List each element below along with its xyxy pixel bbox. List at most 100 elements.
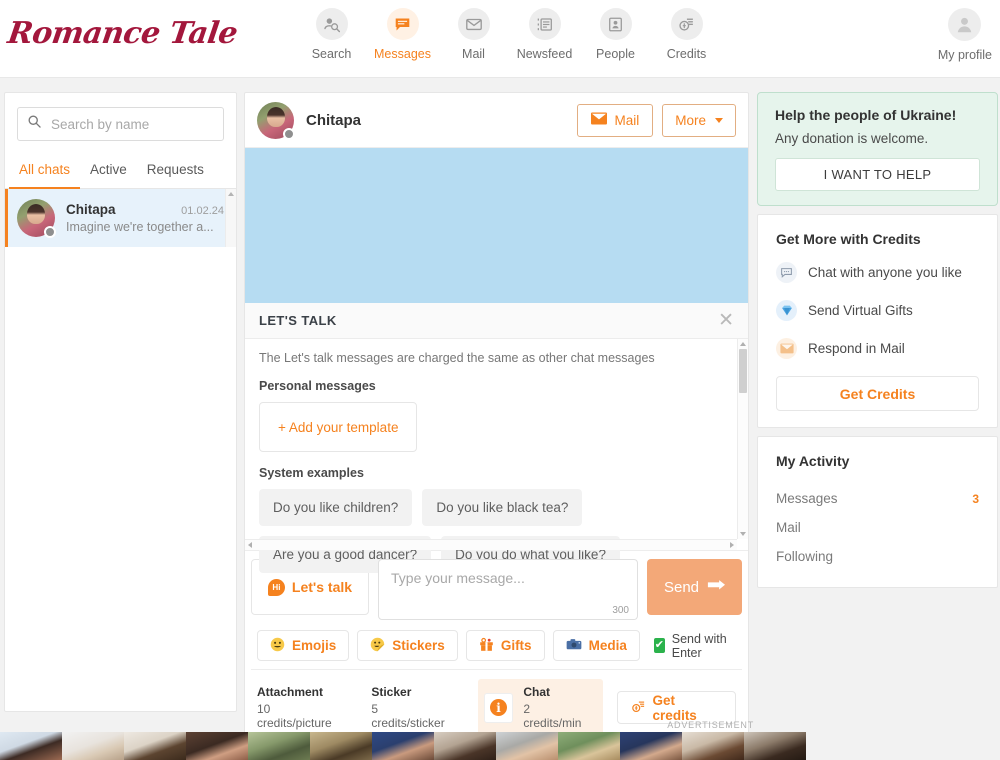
perk-mail[interactable]: Respond in Mail — [776, 338, 979, 359]
lets-talk-vertical-scrollbar[interactable] — [737, 339, 748, 539]
attachment-price: Attachment 10 credits/picture — [257, 685, 371, 730]
scrollbar-thumb[interactable] — [739, 349, 747, 393]
my-profile-button[interactable]: My profile — [938, 8, 992, 62]
ad-thumbnail[interactable] — [496, 732, 558, 760]
chat-name: Chitapa — [66, 202, 116, 217]
activity-label: Messages — [776, 491, 838, 506]
smiley-icon — [270, 637, 285, 655]
nav-item-credits[interactable]: Credits — [651, 8, 722, 61]
sticker-value: 5 credits/sticker — [371, 702, 445, 730]
search-input[interactable] — [51, 116, 214, 132]
personal-messages-heading: Personal messages — [259, 379, 376, 393]
nav-item-people[interactable]: People — [580, 8, 651, 61]
chevron-left-icon[interactable] — [248, 542, 252, 548]
ad-thumbnail[interactable] — [620, 732, 682, 760]
example-chip[interactable]: Do you like children? — [259, 489, 413, 526]
advertisement-label: ADVERTISEMENT — [667, 720, 754, 730]
perk-gifts[interactable]: Send Virtual Gifts — [776, 300, 979, 321]
ad-thumbnail[interactable] — [124, 732, 186, 760]
sidebar-scrollbar[interactable] — [225, 189, 236, 247]
activity-row-mail[interactable]: Mail — [776, 513, 979, 542]
chat-price-title: Chat — [523, 685, 551, 699]
search-box[interactable] — [17, 107, 224, 141]
example-chip[interactable]: Do you like black tea? — [422, 489, 583, 526]
ad-thumbnail[interactable] — [186, 732, 248, 760]
i-want-to-help-button[interactable]: I WANT TO HELP — [775, 158, 980, 191]
ukraine-title: Help the people of Ukraine! — [775, 107, 957, 123]
more-button-label: More — [675, 112, 706, 128]
nav-item-newsfeed[interactable]: Newsfeed — [509, 8, 580, 61]
user-search-icon — [315, 8, 348, 40]
checkbox-checked-icon[interactable]: ✔ — [653, 638, 665, 653]
send-with-enter-toggle[interactable]: ✔ Send with Enter — [653, 631, 736, 660]
message-input[interactable] — [379, 560, 637, 614]
tab-requests[interactable]: Requests — [137, 155, 214, 189]
top-navigation-bar: Romance Tale Search Messages Mail Newsfe… — [0, 0, 1000, 78]
ad-thumbnail[interactable] — [372, 732, 434, 760]
chat-pane: Chitapa Mail More LET'S TALK ✕ The Let's… — [244, 92, 749, 746]
more-dropdown-button[interactable]: More — [662, 103, 736, 137]
ad-thumbnail[interactable] — [310, 732, 372, 760]
page-content: All chats Active Requests Chitapa 01.02.… — [0, 78, 1000, 760]
camera-icon — [566, 638, 582, 654]
activity-row-messages[interactable]: Messages 3 — [776, 484, 979, 513]
chat-header: Chitapa Mail More — [245, 93, 748, 148]
chevron-right-icon[interactable] — [730, 542, 734, 548]
media-button[interactable]: Media — [552, 630, 640, 661]
site-logo[interactable]: Romance Tale — [6, 16, 240, 51]
ad-thumbnail[interactable] — [248, 732, 310, 760]
credits-icon — [631, 699, 646, 717]
tab-all-chats[interactable]: All chats — [9, 155, 81, 189]
lets-talk-horizontal-scrollbar[interactable] — [245, 539, 737, 550]
perk-chat[interactable]: Chat with anyone you like — [776, 262, 979, 283]
envelope-icon — [776, 338, 797, 359]
sticker-icon — [370, 637, 385, 655]
info-icon[interactable]: i — [483, 692, 514, 723]
chat-preview: Imagine we're together a... — [66, 220, 214, 234]
send-with-enter-label: Send with Enter — [671, 631, 727, 660]
list-item[interactable]: Chitapa 01.02.24 Imagine we're together … — [5, 189, 236, 247]
nav-label: People — [596, 47, 635, 61]
nav-label: Credits — [666, 47, 707, 61]
close-icon[interactable]: ✕ — [718, 311, 734, 330]
lets-talk-header: LET'S TALK ✕ — [245, 303, 748, 339]
activity-row-following[interactable]: Following — [776, 542, 979, 571]
chevron-down-icon[interactable] — [740, 532, 746, 536]
message-input-wrapper: 300 — [378, 559, 638, 620]
emojis-button[interactable]: Emojis — [257, 630, 350, 661]
offline-status-dot — [44, 226, 56, 238]
sticker-title: Sticker — [371, 685, 412, 699]
nav-item-messages[interactable]: Messages — [367, 8, 438, 61]
message-history-area — [245, 148, 748, 303]
search-icon — [27, 114, 42, 134]
ukraine-subtitle: Any donation is welcome. — [775, 131, 929, 146]
ad-thumbnail[interactable] — [62, 732, 124, 760]
chevron-up-icon[interactable] — [740, 342, 746, 346]
ad-thumbnail[interactable] — [682, 732, 744, 760]
avatar[interactable] — [257, 101, 295, 140]
chat-price: i Chat 2 credits/min — [477, 679, 603, 736]
chevron-up-icon[interactable] — [228, 192, 234, 196]
get-more-credits-card: Get More with Credits Chat with anyone y… — [757, 214, 998, 428]
stickers-button[interactable]: Stickers — [357, 630, 458, 661]
composer-tools: Emojis Stickers Gifts Media ✔ Send with … — [251, 620, 742, 669]
lets-talk-title: LET'S TALK — [259, 313, 337, 328]
main-nav: Search Messages Mail Newsfeed People Cre… — [296, 8, 722, 61]
activity-label: Following — [776, 549, 834, 564]
gifts-label: Gifts — [500, 638, 532, 653]
mail-button[interactable]: Mail — [577, 103, 654, 137]
ad-thumbnail[interactable] — [434, 732, 496, 760]
add-template-button[interactable]: + Add your template — [259, 402, 418, 452]
send-arrow-icon — [707, 578, 726, 597]
ad-thumbnail[interactable] — [0, 732, 62, 760]
lets-talk-body: The Let's talk messages are charged the … — [245, 339, 748, 573]
nav-item-mail[interactable]: Mail — [438, 8, 509, 61]
ad-thumbnail[interactable] — [744, 732, 806, 760]
chat-bubble-icon — [386, 8, 419, 40]
gifts-button[interactable]: Gifts — [465, 630, 545, 661]
ad-thumbnail[interactable] — [558, 732, 620, 760]
nav-item-search[interactable]: Search — [296, 8, 367, 61]
tab-active[interactable]: Active — [80, 155, 137, 189]
info-glyph: i — [490, 699, 508, 716]
get-credits-button[interactable]: Get Credits — [776, 376, 979, 411]
